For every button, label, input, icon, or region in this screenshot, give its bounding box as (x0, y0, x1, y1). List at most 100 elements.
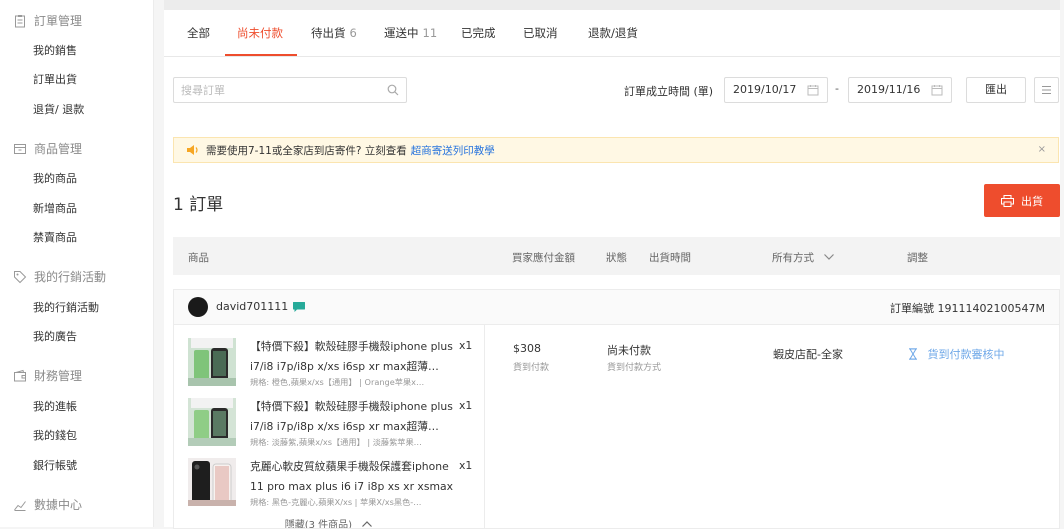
printer-icon (1001, 194, 1014, 207)
review-status-label: 貨到付款審核中 (927, 348, 1005, 361)
clipboard-icon (15, 14, 25, 27)
banner-close-button[interactable]: × (1038, 144, 1046, 155)
sidebar-section-marketing[interactable]: 我的行銷活動 (13, 268, 106, 285)
order-tabs: 全部 尚未付款 待出貨 6 運送中 11 已完成 已取消 退款/退貨 (164, 10, 1060, 57)
payment-method: 貨到付款 (513, 363, 550, 373)
buyer-avatar (188, 297, 208, 317)
box-icon (14, 143, 26, 154)
tab-count: 6 (349, 26, 357, 40)
order-items-list: 【特價下殺】軟殼硅膠手機殼iphone plus i7/i8 i7p/i8p x… (174, 324, 485, 528)
wallet-icon (14, 369, 26, 381)
sidebar-item-bank-account[interactable]: 銀行帳號 (33, 457, 77, 473)
column-product: 商品 (188, 252, 209, 264)
orders-table-header: 商品 買家應付金額 狀態 出貨時間 所有方式 調整 (173, 237, 1060, 275)
tab-all[interactable]: 全部 (187, 25, 210, 41)
product-variation: 規格: 黑色-克麗心,蘋果X/xs | 苹果X/xs黑色-… (250, 497, 422, 507)
menu-icon (1042, 86, 1051, 94)
sidebar-item-returns[interactable]: 退貨/ 退款 (33, 101, 84, 117)
tab-unpaid[interactable]: 尚未付款 (237, 25, 283, 41)
product-quantity: x1 (459, 459, 473, 472)
sidebar-item-order-shipping[interactable]: 訂單出貨 (33, 71, 77, 87)
tab-to-ship[interactable]: 待出貨 6 (311, 25, 357, 41)
product-variation: 規格: 橙色,蘋果x/xs【通用】 | Orange苹果x… (250, 377, 425, 387)
speaker-icon (187, 145, 198, 155)
tab-completed[interactable]: 已完成 (461, 25, 496, 41)
tag-icon (14, 270, 27, 283)
tab-cancelled[interactable]: 已取消 (523, 25, 558, 41)
order-search-input[interactable] (174, 78, 381, 102)
product-name[interactable]: 【特價下殺】軟殼硅膠手機殼iphone plus i7/i8 i7p/i8p x… (250, 337, 456, 377)
collapse-items-toggle[interactable]: 隱藏(3 件商品) (174, 516, 484, 528)
sidebar-section-title: 訂單管理 (34, 14, 83, 28)
product-quantity: x1 (459, 339, 473, 352)
sidebar-section-title: 商品管理 (34, 142, 83, 156)
hourglass-icon (909, 348, 917, 360)
order-number: 訂單編號 19111402100547M (890, 302, 1045, 315)
order-item: 【特價下殺】軟殼硅膠手機殼iphone plus i7/i8 i7p/i8p x… (188, 338, 478, 388)
product-thumbnail[interactable] (188, 338, 236, 386)
sidebar-item-add-product[interactable]: 新增商品 (33, 200, 77, 216)
sidebar-section-title: 我的行銷活動 (34, 270, 107, 284)
sidebar-item-my-income[interactable]: 我的進帳 (33, 398, 77, 414)
buyer-name[interactable]: david701111 (216, 300, 288, 313)
order-amount: $308 (513, 342, 541, 355)
sidebar-section-products[interactable]: 商品管理 (13, 140, 82, 157)
date-to-field[interactable]: 2019/11/16 (848, 77, 952, 103)
sidebar-section-finance[interactable]: 財務管理 (13, 367, 82, 384)
sidebar-item-my-products[interactable]: 我的商品 (33, 170, 77, 186)
shipping-method: 蝦皮店配-全家 (773, 348, 843, 361)
order-count: 1 訂單 (173, 195, 224, 215)
column-ship-time: 出貨時間 (649, 252, 691, 264)
date-separator: - (835, 82, 839, 95)
sidebar-item-my-sales[interactable]: 我的銷售 (33, 42, 77, 58)
product-thumbnail[interactable] (188, 398, 236, 446)
column-action: 調整 (907, 252, 928, 264)
chart-icon (14, 500, 26, 511)
product-thumbnail[interactable] (188, 458, 236, 506)
tab-label: 全部 (187, 26, 210, 40)
tab-label: 待出貨 (311, 26, 346, 40)
calendar-icon (807, 85, 819, 96)
orders-panel: 訂單成立時間 (單) 2019/10/17 - 2019/11/16 匯出 需要… (164, 57, 1060, 529)
sidebar-section-data-center[interactable]: 數據中心 (13, 496, 82, 513)
main-content: 全部 尚未付款 待出貨6 運送中11 已完成 已取消 退款/退貨 訂單成立時間 … (164, 0, 1064, 529)
more-options-button[interactable] (1034, 77, 1059, 103)
order-status: 尚未付款 (607, 344, 651, 357)
sidebar-item-banned-products[interactable]: 禁賣商品 (33, 229, 77, 245)
tab-refund-return[interactable]: 退款/退貨 (588, 25, 638, 41)
order-status-detail: 貨到付款方式 (607, 363, 662, 373)
chevron-down-icon (824, 254, 835, 260)
date-to-value: 2019/11/16 (857, 83, 921, 96)
ship-button[interactable]: 出貨 (984, 184, 1060, 217)
calendar-icon (931, 85, 943, 96)
notice-banner: 需要使用7-11或全家店到店寄件? 立刻查看 超商寄送列印教學 × (173, 137, 1059, 163)
column-amount: 買家應付金額 (512, 252, 575, 264)
chat-icon[interactable] (292, 301, 306, 313)
tab-count: 11 (422, 26, 438, 40)
export-button[interactable]: 匯出 (966, 77, 1026, 103)
sidebar-section-title: 財務管理 (34, 369, 83, 383)
review-status-action[interactable]: 貨到付款審核中 (908, 346, 1005, 362)
sidebar-item-my-wallet[interactable]: 我的錢包 (33, 427, 77, 443)
order-card: david701111 訂單編號 19111402100547M 【特價下殺】軟… (173, 289, 1060, 529)
sidebar-item-my-marketing[interactable]: 我的行銷活動 (33, 299, 99, 315)
order-card-header: david701111 訂單編號 19111402100547M (174, 290, 1059, 325)
tab-label: 運送中 (384, 26, 419, 40)
order-item: 【特價下殺】軟殼硅膠手機殼iphone plus i7/i8 i7p/i8p x… (188, 398, 478, 448)
product-name[interactable]: 【特價下殺】軟殼硅膠手機殼iphone plus i7/i8 i7p/i8p x… (250, 397, 456, 437)
banner-link[interactable]: 超商寄送列印教學 (411, 143, 495, 158)
column-ship-method-filter[interactable]: 所有方式 (772, 250, 835, 265)
sidebar-section-orders[interactable]: 訂單管理 (13, 12, 82, 29)
tab-label: 尚未付款 (237, 26, 283, 40)
tab-shipping[interactable]: 運送中 11 (384, 25, 437, 41)
sidebar-item-my-ads[interactable]: 我的廣告 (33, 328, 77, 344)
top-strip (164, 0, 1060, 10)
date-from-field[interactable]: 2019/10/17 (724, 77, 828, 103)
product-name[interactable]: 克麗心軟皮質紋蘋果手機殼保護套iphone 11 pro max plus i6… (250, 457, 456, 497)
sidebar: 訂單管理 我的銷售 訂單出貨 退貨/ 退款 商品管理 我的商品 新增商品 禁賣商… (0, 0, 154, 527)
search-icon[interactable] (387, 84, 399, 96)
column-ship-method: 所有方式 (772, 252, 814, 264)
date-range-label: 訂單成立時間 (單) (624, 85, 714, 98)
order-search-box (173, 77, 407, 103)
column-status: 狀態 (606, 252, 627, 264)
